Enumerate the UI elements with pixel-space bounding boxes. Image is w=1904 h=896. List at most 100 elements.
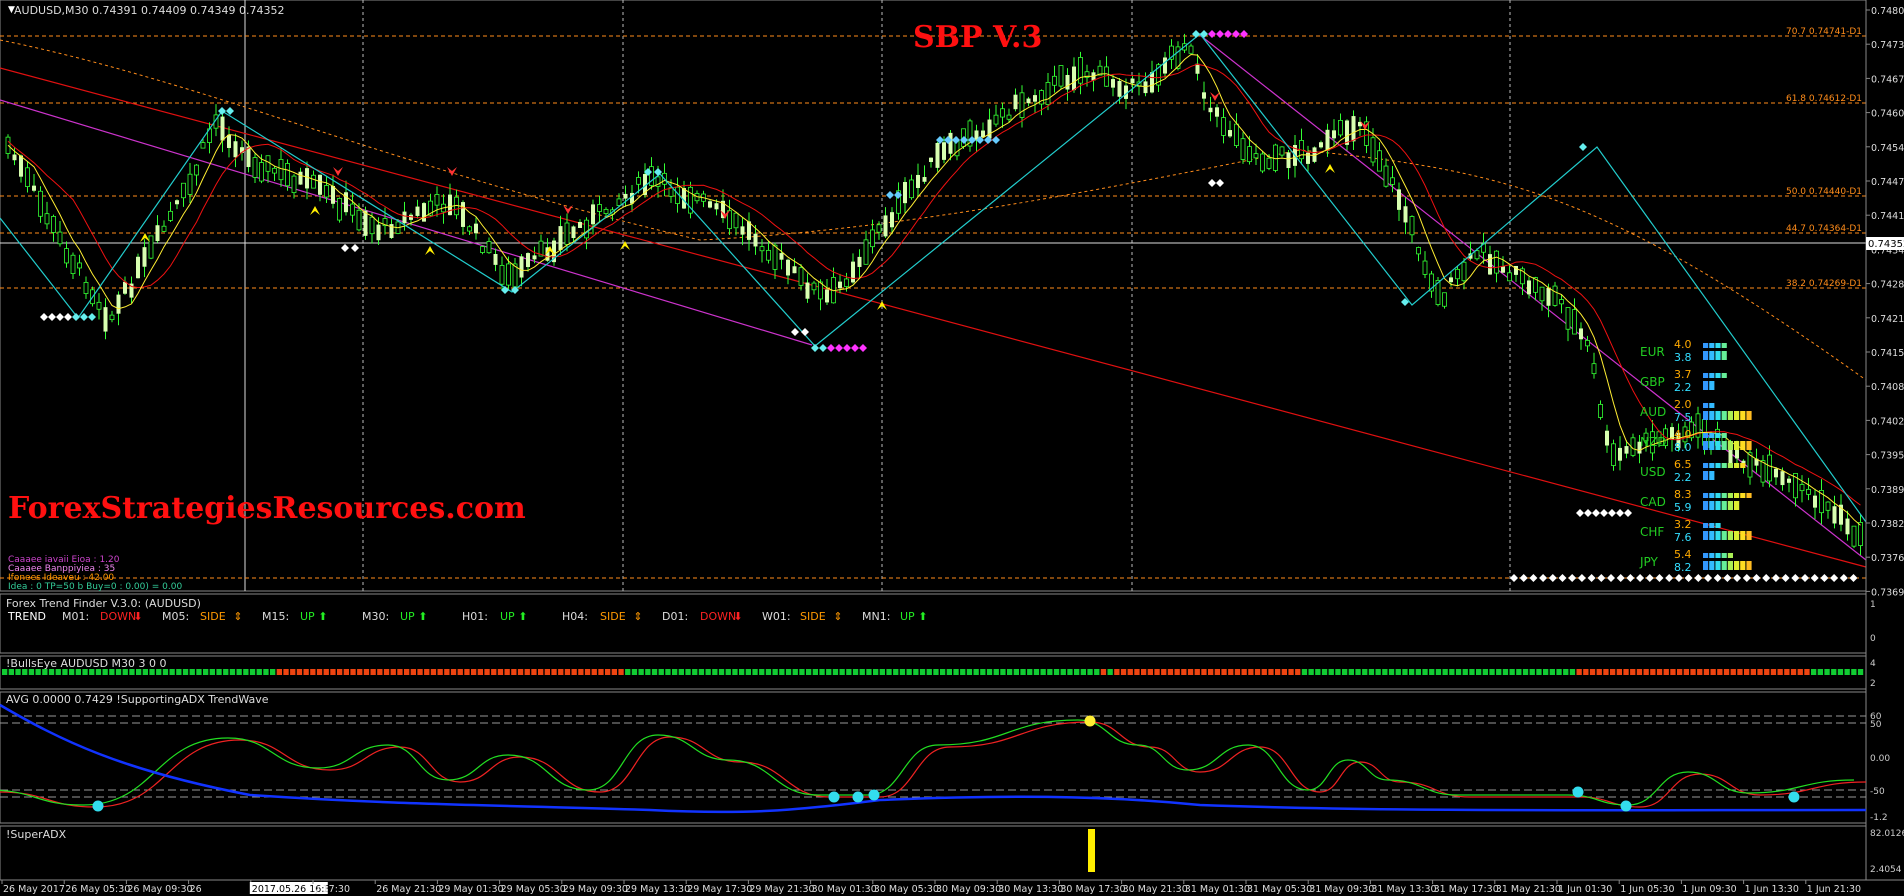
fib-level-label: 44.7 0.74364-D1 [1786, 224, 1862, 234]
trend-state: UP [900, 610, 915, 623]
strength-currency-name: AUD [1640, 405, 1666, 419]
price-label: 0.74540 [1871, 143, 1904, 154]
trend-arrow-icon: ⬆ [318, 610, 327, 623]
trend-arrow-icon: ⬇ [133, 610, 142, 623]
price-label: 0.73825 [1871, 519, 1904, 530]
adx-axis-0: 0.00 [1870, 754, 1890, 764]
indicator-title: SBP V.3 [913, 20, 1042, 55]
price-label: 0.74280 [1871, 280, 1904, 291]
fib-level-label: 38.2 0.74269-D1 [1786, 279, 1862, 289]
watermark: ForexStrategiesResources.com [8, 491, 526, 526]
adx-axis-50: 50 [1870, 720, 1882, 730]
strength-currency-name: JPY [1639, 555, 1659, 569]
strength-value-2: 8.0 [1674, 441, 1692, 454]
price-label: 0.74150 [1871, 348, 1904, 359]
time-label: 26 May 2017 [3, 884, 65, 895]
trend-timeframe: M15: [262, 610, 289, 623]
time-label: y 17:30 [314, 884, 350, 895]
time-label: 30 May 01:30 [812, 884, 877, 895]
trend-state: SIDE [600, 610, 626, 623]
adx-axis-min: -1.2 [1870, 813, 1888, 823]
trend-finder-panel[interactable]: Forex Trend Finder V.3.0: (AUDUSD) TREND… [0, 593, 1876, 654]
trend-arrow-icon: ⬇ [733, 610, 742, 623]
mt4-chart-window[interactable]: 70.7 0.74741-D1 61.8 0.74612-D1 50.0 0.744… [0, 0, 1904, 896]
trend-timeframe: MN1: [862, 610, 890, 623]
signal-dot [1620, 800, 1632, 812]
price-label: 0.74410 [1871, 211, 1904, 222]
superadx-panel[interactable]: !SuperADX 82.0126 2.4054 [0, 825, 1904, 881]
trend-state: UP [400, 610, 415, 623]
time-label: 30 May 09:30 [936, 884, 1001, 895]
trend-state: DOWN [100, 610, 136, 623]
bullseye-panel[interactable]: !BullsEye AUDUSD M30 3 0 0 4 2 [0, 655, 1876, 690]
time-label: 30 May 05:30 [874, 884, 939, 895]
trend-timeframe: M05: [162, 610, 189, 623]
time-label: 29 May 05:30 [501, 884, 566, 895]
time-label: 31 May 21:30 [1496, 884, 1561, 895]
collapse-icon[interactable]: ▼ [8, 5, 15, 15]
signal-dot [852, 791, 864, 803]
trend-timeframe: W01: [762, 610, 791, 623]
trend-arrow-icon: ⇕ [833, 610, 842, 623]
trend-state: SIDE [200, 610, 226, 623]
strength-value-1: 2.0 [1674, 398, 1692, 411]
time-label: 31 May 13:30 [1371, 884, 1436, 895]
strength-value-2: 7.6 [1674, 531, 1692, 544]
superadx-axis-bottom: 2.4054 [1870, 865, 1902, 875]
signal-dot [1084, 715, 1096, 727]
trend-timeframe: H04: [562, 610, 588, 623]
strength-value-1: 5.4 [1674, 548, 1692, 561]
adx-title: AVG 0.0000 0.7429 !SupportingADX TrendWa… [6, 693, 269, 706]
trend-finder-title: Forex Trend Finder V.3.0: (AUDUSD) [6, 597, 201, 610]
price-label: 0.74085 [1871, 382, 1904, 393]
price-label: 0.73695 [1871, 587, 1904, 598]
signal-dot [868, 789, 880, 801]
trend-axis-top: 1 [1870, 600, 1876, 610]
time-label: 1 Jun 05:30 [1620, 884, 1674, 895]
bullseye-title: !BullsEye AUDUSD M30 3 0 0 [6, 657, 167, 670]
price-label: 0.74735 [1871, 40, 1904, 51]
time-label: 1 Jun 09:30 [1682, 884, 1736, 895]
time-label: 31 May 01:30 [1185, 884, 1250, 895]
time-axis[interactable]: 26 May 2017 26 May 05:3026 May 09:3026 201… [0, 879, 1904, 895]
time-label: 1 Jun 21:30 [1807, 884, 1861, 895]
superadx-axis-top: 82.0126 [1870, 829, 1904, 839]
trend-timeframe: H01: [462, 610, 488, 623]
trend-state: SIDE [800, 610, 826, 623]
trend-state: DOWN [700, 610, 736, 623]
time-label: 26 [190, 884, 202, 895]
price-label: 0.73760 [1871, 553, 1904, 564]
strength-value-1: 4.0 [1674, 338, 1692, 351]
time-label: 30 May 17:30 [1060, 884, 1125, 895]
adx-trendwave-panel[interactable]: AVG 0.0000 0.7429 !SupportingADX TrendWa… [0, 691, 1890, 824]
trend-state: UP [300, 610, 315, 623]
strength-value-1: 8.3 [1674, 488, 1692, 501]
strength-currency-name: GBP [1640, 375, 1665, 389]
time-label: 1 Jun 01:30 [1558, 884, 1612, 895]
time-label: 29 May 09:30 [563, 884, 628, 895]
strength-value-2: 5.9 [1674, 501, 1692, 514]
svg-text:0.74352: 0.74352 [1868, 239, 1904, 250]
trend-state: UP [500, 610, 515, 623]
bullseye-axis-top: 4 [1870, 659, 1876, 669]
time-label: 1 Jun 13:30 [1745, 884, 1799, 895]
time-label: 30 May 21:30 [1123, 884, 1188, 895]
time-label: 26 May 05:30 [65, 884, 130, 895]
trend-timeframe: M01: [62, 610, 89, 623]
price-label: 0.73890 [1871, 485, 1904, 496]
signal-dot [828, 791, 840, 803]
strength-value-2: 8.2 [1674, 561, 1692, 574]
superadx-bar [1088, 829, 1095, 872]
price-axis[interactable]: 0.74800 0.74735 0.74670 0.74605 0.74540 0.744… [1865, 0, 1904, 880]
fib-level-label: 70.7 0.74741-D1 [1786, 27, 1862, 37]
trend-arrow-icon: ⇕ [233, 610, 242, 623]
price-label: 0.73955 [1871, 451, 1904, 462]
time-label: 29 May 17:30 [687, 884, 752, 895]
fib-level-label: 50.0 0.74440-D1 [1786, 187, 1862, 197]
price-label: 0.74670 [1871, 74, 1904, 85]
strength-value-1: 3.7 [1674, 368, 1692, 381]
price-label: 0.74800 [1871, 6, 1904, 17]
time-label: 26 May 09:30 [127, 884, 192, 895]
info-line-4: Idea : 0 TP=50 b Buy=0 : 0.00) = 0.00 [8, 582, 182, 592]
adx-axis-minus50: -50 [1870, 787, 1885, 797]
